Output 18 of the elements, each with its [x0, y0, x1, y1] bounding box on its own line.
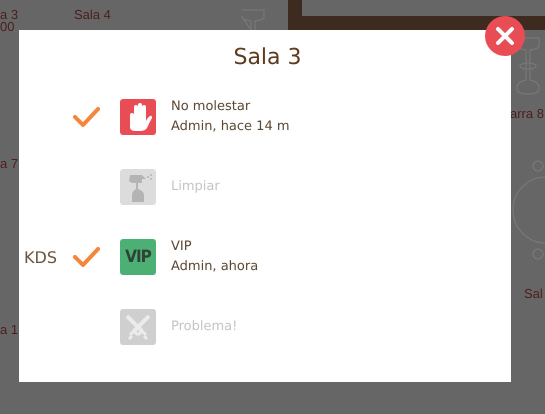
stool-icon: [240, 8, 266, 30]
tag-label: KDS: [24, 248, 57, 266]
status-label[interactable]: No molestar: [171, 97, 290, 117]
table-label: 00: [0, 20, 14, 34]
dialog-title: Sala 3: [232, 44, 303, 72]
table-label: Sala 4: [74, 8, 111, 22]
close-icon: [495, 26, 515, 46]
table-label: a 1: [0, 323, 18, 337]
vip-badge[interactable]: VIP: [120, 239, 156, 275]
stool-icon: [515, 36, 541, 96]
table-label: a 7: [0, 157, 18, 171]
table-label: a 3: [0, 8, 18, 22]
table-label: Sal: [524, 287, 543, 301]
hand-icon[interactable]: [120, 99, 156, 135]
status-label[interactable]: VIP: [171, 237, 258, 257]
status-detail: Admin, hace 14 m: [171, 118, 290, 136]
status-detail: Admin, ahora: [171, 258, 258, 276]
table-label: arra 8: [510, 107, 544, 121]
